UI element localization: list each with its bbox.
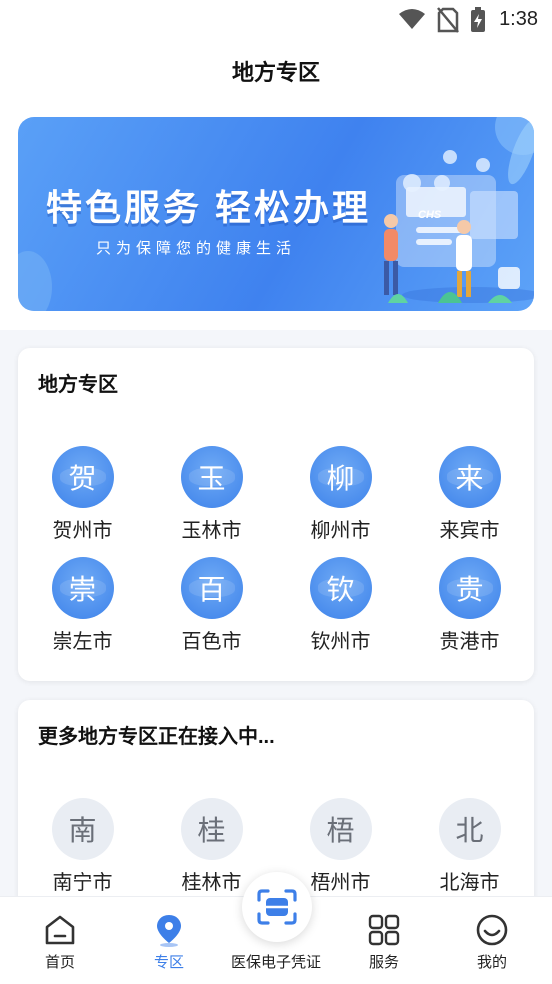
regions-grid: 贺 贺州市 玉 玉林市 柳 柳州市 来 来宾市 崇 崇左市 百 百色市 钦 钦州… (18, 446, 534, 654)
city-name: 梧州市 (310, 872, 371, 894)
scan-voucher-button[interactable] (242, 872, 312, 942)
banner-title: 特色服务 轻松办理 (46, 187, 372, 228)
no-sim-icon (437, 7, 459, 38)
city-beihai: 北 北海市 (405, 798, 534, 895)
nav-mine[interactable]: 我的 (437, 897, 547, 984)
city-name: 桂林市 (181, 872, 242, 894)
city-name: 北海市 (439, 872, 500, 894)
city-icon: 崇 (51, 557, 114, 619)
grid-icon (368, 913, 400, 947)
city-icon: 百 (180, 557, 243, 619)
location-pin-icon (154, 913, 184, 947)
city-icon: 北 (438, 798, 501, 860)
top-area: 1:38 地方专区 特色服务 轻松办理 只为保障您的健康生活 CHS (0, 0, 552, 330)
city-icon: 钦 (309, 557, 372, 619)
city-name: 来宾市 (439, 520, 500, 542)
home-icon (43, 913, 77, 947)
city-name: 百色市 (181, 631, 242, 653)
city-name: 贵港市 (439, 631, 500, 653)
city-icon: 玉 (180, 446, 243, 508)
city-icon: 梧 (309, 798, 372, 860)
city-yulin[interactable]: 玉 玉林市 (147, 446, 276, 543)
city-icon: 柳 (309, 446, 372, 508)
wifi-icon (398, 7, 426, 36)
status-bar: 1:38 (0, 0, 552, 40)
city-icon: 贺 (51, 446, 114, 508)
nav-zone-label: 专区 (153, 954, 184, 971)
city-name: 南宁市 (52, 872, 113, 894)
city-liuzhou[interactable]: 柳 柳州市 (276, 446, 405, 543)
city-chongzuo[interactable]: 崇 崇左市 (18, 557, 147, 654)
city-hezhou[interactable]: 贺 贺州市 (18, 446, 147, 543)
banner-subtitle: 只为保障您的健康生活 (96, 240, 297, 257)
city-name: 柳州市 (310, 520, 371, 542)
nav-home[interactable]: 首页 (5, 897, 115, 984)
coming-soon-title: 更多地方专区正在接入中... (38, 726, 275, 748)
city-icon: 来 (438, 446, 501, 508)
city-baise[interactable]: 百 百色市 (147, 557, 276, 654)
city-nanning: 南 南宁市 (18, 798, 147, 895)
regions-card: 地方专区 贺 贺州市 玉 玉林市 柳 柳州市 来 来宾市 崇 崇左市 百 百色市… (18, 348, 534, 681)
scan-icon (257, 889, 297, 925)
smile-profile-icon (475, 913, 509, 947)
city-icon: 桂 (180, 798, 243, 860)
nav-home-label: 首页 (44, 954, 75, 971)
city-name: 崇左市 (52, 631, 113, 653)
city-name: 玉林市 (181, 520, 242, 542)
regions-title: 地方专区 (38, 374, 118, 396)
battery-charging-icon (469, 7, 487, 38)
nav-mine-label: 我的 (476, 954, 507, 971)
city-guigang[interactable]: 贵 贵港市 (405, 557, 534, 654)
city-icon: 南 (51, 798, 114, 860)
nav-service[interactable]: 服务 (329, 897, 439, 984)
status-time: 1:38 (499, 8, 538, 30)
city-name: 贺州市 (52, 520, 113, 542)
nav-service-label: 服务 (368, 954, 399, 971)
city-laibin[interactable]: 来 来宾市 (405, 446, 534, 543)
nav-zone[interactable]: 专区 (114, 897, 224, 984)
promo-banner[interactable]: 特色服务 轻松办理 只为保障您的健康生活 CHS (18, 117, 534, 311)
city-icon: 贵 (438, 557, 501, 619)
page-title: 地方专区 (231, 60, 320, 85)
city-name: 钦州市 (310, 631, 371, 653)
city-qinzhou[interactable]: 钦 钦州市 (276, 557, 405, 654)
nav-voucher-label: 医保电子凭证 (230, 954, 321, 971)
chs-badge: CHS (418, 209, 442, 221)
